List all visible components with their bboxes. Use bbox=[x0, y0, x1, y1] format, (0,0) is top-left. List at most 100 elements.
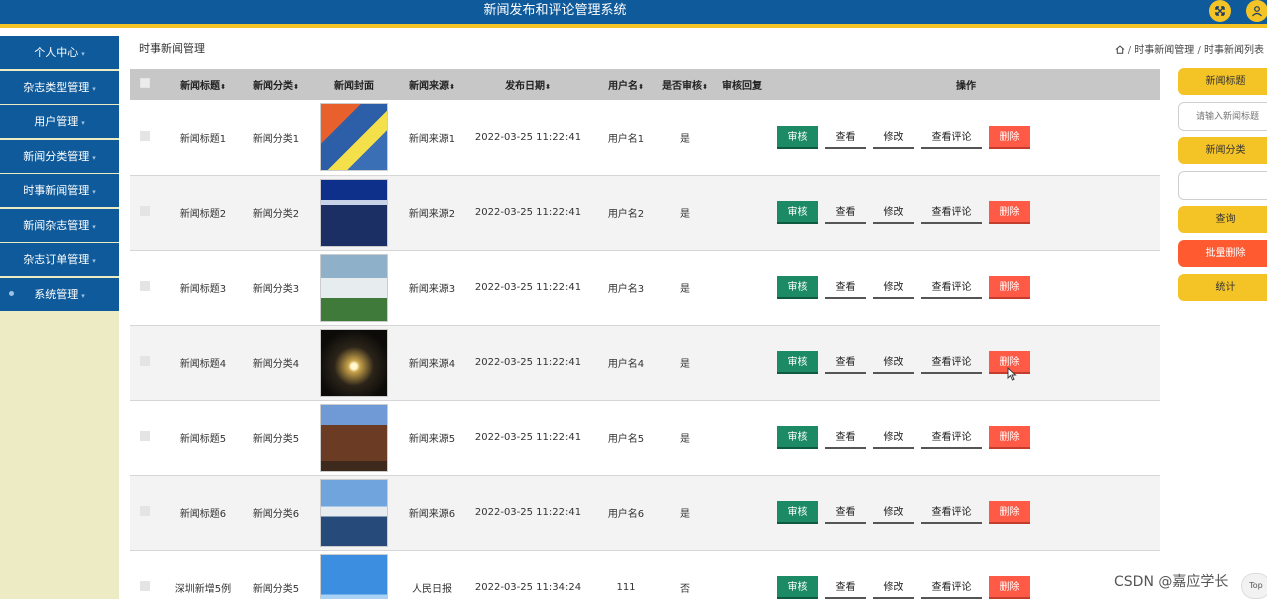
news-category-cell: 新闻分类6 bbox=[246, 475, 306, 551]
view-comments-button[interactable]: 查看评论 bbox=[921, 201, 982, 224]
view-button[interactable]: 查看 bbox=[825, 126, 866, 149]
user-icon[interactable] bbox=[1246, 0, 1267, 22]
column-header-reply: 审核回复 bbox=[712, 69, 772, 100]
breadcrumb: / 时事新闻管理 / 时事新闻列表 bbox=[1115, 41, 1264, 56]
delete-button[interactable]: 删除 bbox=[989, 501, 1030, 524]
title-search-input[interactable] bbox=[1178, 102, 1267, 131]
sidebar-item-news-magazines[interactable]: 新闻杂志管理 ▾ bbox=[0, 208, 119, 242]
press-conference-image[interactable] bbox=[320, 178, 388, 247]
news-source-cell: 新闻来源5 bbox=[402, 400, 462, 476]
view-button[interactable]: 查看 bbox=[825, 426, 866, 449]
column-header-source[interactable]: 新闻来源⬍ bbox=[402, 69, 462, 100]
news-title-cell: 新闻标题3 bbox=[160, 250, 246, 326]
delete-button[interactable]: 删除 bbox=[989, 276, 1030, 299]
sidebar-item-users[interactable]: 用户管理 ▾ bbox=[0, 105, 119, 138]
view-button[interactable]: 查看 bbox=[825, 576, 866, 599]
delete-button[interactable]: 删除 bbox=[989, 576, 1030, 599]
expand-icon[interactable] bbox=[1209, 0, 1231, 22]
row-actions: 审核 查看 修改 查看评论 删除 bbox=[772, 276, 1160, 299]
sidebar-item-magazine-types[interactable]: 杂志类型管理 ▾ bbox=[0, 70, 119, 104]
row-checkbox[interactable] bbox=[140, 581, 150, 591]
view-button[interactable]: 查看 bbox=[825, 351, 866, 374]
review-button[interactable]: 审核 bbox=[777, 276, 818, 299]
group-outdoor-image[interactable] bbox=[320, 253, 388, 322]
edit-button[interactable]: 修改 bbox=[873, 126, 914, 149]
row-actions: 审核 查看 修改 查看评论 删除 bbox=[772, 125, 1160, 149]
row-actions: 审核 查看 修改 查看评论 删除 bbox=[772, 201, 1160, 224]
review-button[interactable]: 审核 bbox=[777, 426, 818, 449]
breadcrumb-item[interactable]: 时事新闻管理 bbox=[1134, 45, 1194, 56]
review-button[interactable]: 审核 bbox=[777, 351, 818, 374]
news-category-cell: 新闻分类5 bbox=[246, 550, 306, 599]
row-checkbox[interactable] bbox=[140, 506, 150, 516]
delete-button[interactable]: 删除 bbox=[989, 426, 1030, 449]
stats-button[interactable]: 统计 bbox=[1178, 274, 1267, 301]
view-button[interactable]: 查看 bbox=[825, 201, 866, 224]
column-header-title[interactable]: 新闻标题⬍ bbox=[160, 69, 246, 100]
view-button[interactable]: 查看 bbox=[825, 501, 866, 524]
chevron-down-icon: ▾ bbox=[92, 84, 96, 93]
batch-delete-button[interactable]: 批量删除 bbox=[1178, 240, 1267, 267]
audit-reply-cell bbox=[712, 475, 772, 551]
row-checkbox[interactable] bbox=[140, 206, 150, 216]
edit-button[interactable]: 修改 bbox=[873, 201, 914, 224]
view-comments-button[interactable]: 查看评论 bbox=[921, 501, 982, 524]
review-button[interactable]: 审核 bbox=[777, 125, 818, 149]
row-checkbox[interactable] bbox=[140, 281, 150, 291]
sidebar-item-profile[interactable]: 个人中心 ▾ bbox=[0, 36, 119, 69]
delete-button[interactable]: 删除 bbox=[989, 201, 1030, 224]
review-button[interactable]: 审核 bbox=[777, 576, 818, 599]
view-comments-button[interactable]: 查看评论 bbox=[921, 126, 982, 149]
column-header-date[interactable]: 发布日期⬍ bbox=[462, 69, 594, 100]
publish-date-cell: 2022-03-25 11:22:41 bbox=[462, 250, 594, 326]
view-comments-button[interactable]: 查看评论 bbox=[921, 351, 982, 374]
edit-button[interactable]: 修改 bbox=[873, 351, 914, 374]
publish-date-cell: 2022-03-25 11:22:41 bbox=[462, 475, 594, 551]
sidebar-item-current-news[interactable]: 时事新闻管理 ▾ bbox=[0, 174, 119, 207]
delete-button[interactable]: 删除 bbox=[989, 125, 1030, 149]
blue-sky-image[interactable] bbox=[320, 553, 388, 599]
username-cell: 用户名1 bbox=[594, 100, 658, 176]
magazine-cover-image[interactable] bbox=[320, 103, 388, 172]
select-all-checkbox[interactable] bbox=[140, 78, 150, 88]
home-icon[interactable] bbox=[1115, 45, 1125, 56]
row-checkbox[interactable] bbox=[140, 431, 150, 441]
publish-date-cell: 2022-03-25 11:22:41 bbox=[462, 100, 594, 176]
review-button[interactable]: 审核 bbox=[777, 501, 818, 524]
dark-light-image[interactable] bbox=[320, 328, 388, 397]
column-header-user[interactable]: 用户名⬍ bbox=[594, 69, 658, 100]
news-title-cell: 新闻标题1 bbox=[160, 100, 246, 176]
row-checkbox[interactable] bbox=[140, 130, 150, 141]
audited-cell: 是 bbox=[658, 250, 712, 326]
view-comments-button[interactable]: 查看评论 bbox=[921, 426, 982, 449]
back-to-top-button[interactable]: Top bbox=[1241, 573, 1267, 599]
edit-button[interactable]: 修改 bbox=[873, 276, 914, 299]
sort-icon: ⬍ bbox=[638, 83, 644, 91]
sidebar-item-news-categories[interactable]: 新闻分类管理 ▾ bbox=[0, 139, 119, 173]
column-header-category[interactable]: 新闻分类⬍ bbox=[246, 69, 306, 100]
view-comments-button[interactable]: 查看评论 bbox=[921, 576, 982, 599]
audited-cell: 是 bbox=[658, 400, 712, 476]
news-source-cell: 人民日报 bbox=[402, 550, 462, 599]
sidebar-item-label: 个人中心 bbox=[34, 46, 79, 59]
view-button[interactable]: 查看 bbox=[825, 276, 866, 299]
cruise-ship-image[interactable] bbox=[320, 478, 388, 547]
sort-icon: ⬍ bbox=[702, 83, 708, 91]
search-button[interactable]: 查询 bbox=[1178, 206, 1267, 233]
username-cell: 111 bbox=[594, 550, 658, 599]
row-actions: 审核 查看 修改 查看评论 删除 bbox=[772, 426, 1160, 449]
category-select[interactable] bbox=[1178, 171, 1267, 200]
row-checkbox[interactable] bbox=[140, 356, 150, 366]
audited-cell: 是 bbox=[658, 475, 712, 551]
edit-button[interactable]: 修改 bbox=[873, 501, 914, 524]
column-header-audited[interactable]: 是否审核⬍ bbox=[658, 69, 712, 100]
sidebar-item-label: 杂志类型管理 bbox=[23, 80, 90, 94]
view-comments-button[interactable]: 查看评论 bbox=[921, 276, 982, 299]
sidebar-item-magazine-orders[interactable]: 杂志订单管理 ▾ bbox=[0, 243, 119, 276]
review-button[interactable]: 审核 bbox=[777, 201, 818, 224]
edit-button[interactable]: 修改 bbox=[873, 576, 914, 599]
watermark: CSDN @嘉应学长 bbox=[1114, 574, 1229, 590]
edit-button[interactable]: 修改 bbox=[873, 426, 914, 449]
sidebar-item-system[interactable]: 系统管理 ▾ bbox=[0, 277, 119, 311]
pagoda-image[interactable] bbox=[320, 403, 388, 472]
